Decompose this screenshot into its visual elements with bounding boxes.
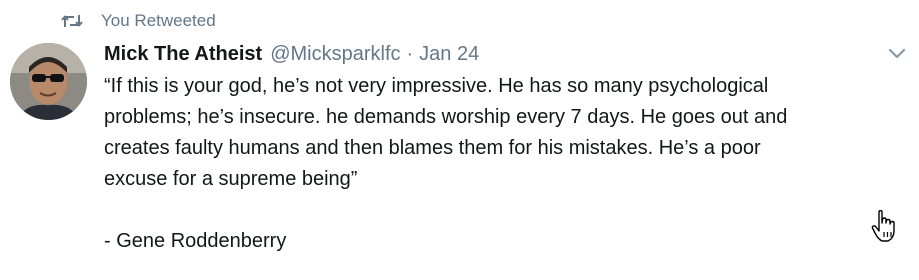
timestamp-link[interactable]: Jan 24 [419,41,479,67]
tweet[interactable]: You Retweeted Mick The Atheist @Mickspar… [0,0,919,280]
username-link[interactable]: @Micksparklfc [270,41,400,67]
chevron-down-icon[interactable] [888,47,906,59]
tweet-header: Mick The Atheist @Micksparklfc · Jan 24 [104,41,479,67]
avatar[interactable] [10,43,87,120]
retweet-context: You Retweeted [61,10,216,32]
retweet-context-label: You Retweeted [101,11,216,30]
retweet-icon [61,13,83,29]
fullname-link[interactable]: Mick The Atheist [104,41,262,67]
hand-pointer-icon [871,209,897,242]
tweet-text: “If this is your god, he’s not very impr… [104,75,788,252]
header-separator: · [406,43,414,65]
